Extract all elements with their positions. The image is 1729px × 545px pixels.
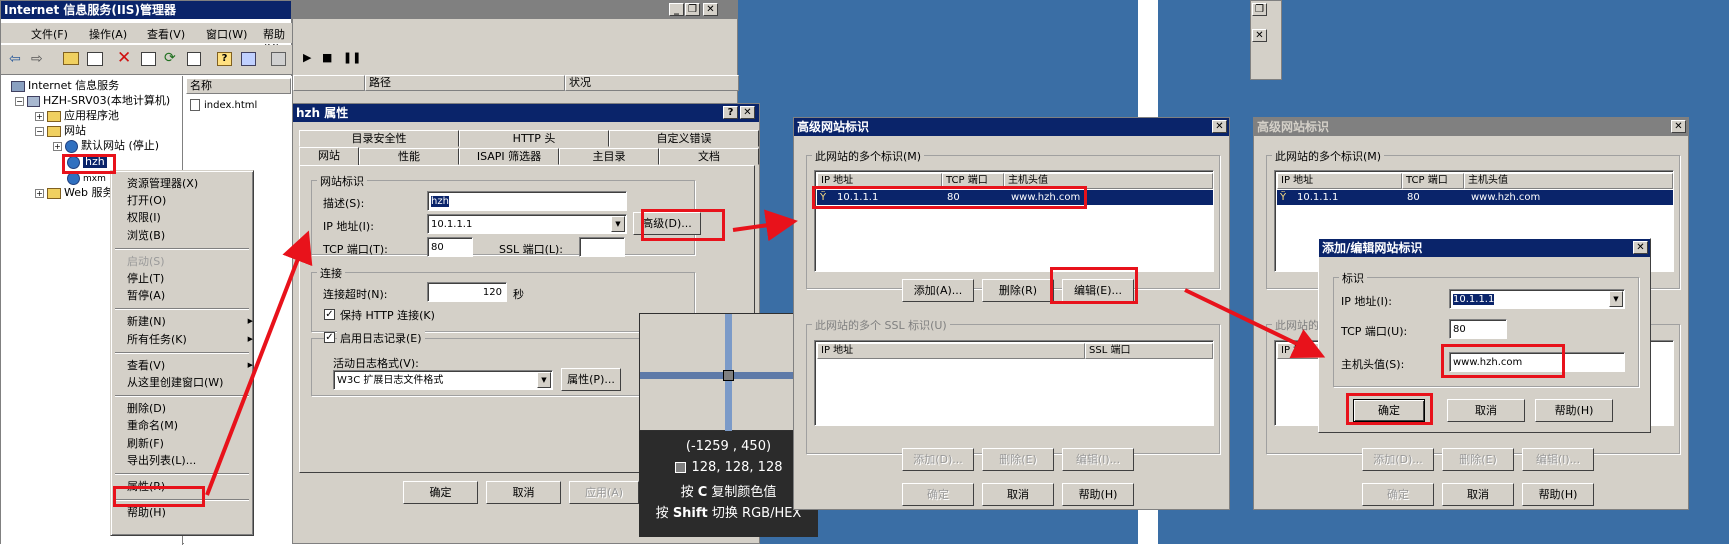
arrow-to-advanced-dialog [732, 209, 798, 242]
annotation-arrows [205, 209, 1326, 496]
arrow-to-edit-dialog [1184, 288, 1326, 359]
arrow-to-properties-dialog [205, 230, 313, 496]
